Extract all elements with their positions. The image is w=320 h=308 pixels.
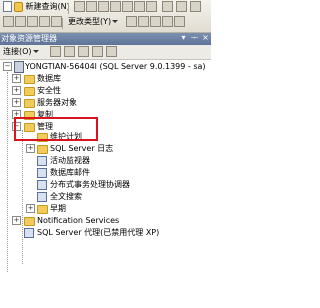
disconnect-icon [64,46,75,57]
panel-title: 对象资源管理器 [1,34,57,43]
change-type-label: 更改类型(Y) [68,17,112,26]
window-button[interactable] [174,1,189,13]
folder-icon [37,145,48,154]
filter-icon [92,46,103,57]
tree-node-label: 数据库 [37,74,61,83]
tree-node-label: 全文搜索 [50,192,82,201]
tree-node-label: 分布式事务处理协调器 [50,180,130,189]
highlight-box [14,117,98,141]
agent-icon [24,228,34,238]
full-text-search-icon [37,192,47,202]
new-query-label: 新建查询(N) [25,2,70,11]
object-explorer-tree: − YONGTIAN-56404l (SQL Server 9.0.1399 -… [0,60,211,308]
folder-icon [24,75,35,84]
folder-icon [37,205,48,214]
stop-icon [78,46,89,57]
main-toolbar: 新建查询(N) 更改类型(Y) [0,0,211,33]
refresh-icon [106,46,117,57]
stop-button[interactable] [76,46,91,58]
tree-node-sql-server-agent[interactable]: SQL Server 代理(已禁用代理 XP) [0,227,210,238]
refresh-button[interactable] [104,46,119,58]
object-explorer-title-bar: 对象资源管理器 ▾ ᅮ × [0,33,211,45]
expand-icon[interactable]: + [12,74,21,83]
tree-node-legacy[interactable]: + 早期 [0,203,200,214]
filter-tree-button[interactable] [90,46,105,58]
toolbar-separator [68,3,69,14]
connect-server-button[interactable] [48,46,63,58]
tree-node-label: Notification Services [37,216,120,225]
tree-node-label: 早期 [50,204,66,213]
pane-icon [174,16,185,27]
folder-icon [24,99,35,108]
pin-icon[interactable]: ᅮ [190,33,199,42]
folder-icon [24,217,35,226]
tree-node-dtc[interactable]: 分布式事务处理协调器 [0,179,200,190]
disconnect-button[interactable] [62,46,77,58]
toolbar-row-1: 新建查询(N) [0,1,211,16]
expand-icon[interactable]: + [26,144,35,153]
tree-node-server[interactable]: − YONGTIAN-56404l (SQL Server 9.0.1399 -… [0,61,211,73]
chevron-down-icon[interactable]: ▾ [179,33,188,42]
tree-node-server-objects[interactable]: + 服务器对象 [0,97,200,108]
toolbar-row-2: 更改类型(Y) [0,16,211,31]
mail-icon [37,168,47,178]
folder-icon [24,87,35,96]
tree-node-label: SQL Server 代理(已禁用代理 XP) [37,228,160,237]
tree-node-label: 服务器对象 [37,98,77,107]
server-label: YONGTIAN-56404l (SQL Server 9.0.1399 - s… [25,62,206,71]
toolbox-button[interactable] [160,1,175,13]
expand-icon[interactable]: + [26,204,35,213]
server-icon [14,61,24,73]
tree-node-databases[interactable]: + 数据库 [0,73,200,84]
execute-icon [51,16,62,27]
expand-icon[interactable]: + [12,98,21,107]
connect-icon [50,46,61,57]
expand-icon[interactable]: + [12,86,21,95]
tree-node-notification-services[interactable]: + Notification Services [0,215,200,226]
properties-button[interactable] [144,1,159,13]
tree-node-label: SQL Server 日志 [50,144,114,153]
tree-node-activity-monitor[interactable]: 活动监视器 [0,155,200,166]
grid-icon [190,1,201,12]
close-icon[interactable]: × [201,33,210,42]
connect-label: 连接(O) [3,47,32,56]
chevron-down-icon [112,20,119,23]
new-query-button[interactable]: 新建查询(N) [12,1,72,13]
tree-node-database-mail[interactable]: 数据库邮件 [0,167,200,178]
tree-node-label: 数据库邮件 [50,168,90,177]
activity-monitor-icon [37,156,47,166]
toolbox-icon [162,1,173,12]
expand-icon[interactable]: + [12,216,21,225]
dtc-icon [37,180,47,190]
document-icon [3,1,12,12]
connect-button[interactable]: 连接(O) [1,46,41,58]
toolbar-separator-2 [62,18,63,29]
collapse-icon[interactable]: − [3,62,12,71]
window-icon [176,1,187,12]
tree-node-label: 活动监视器 [50,156,90,165]
chevron-down-icon [32,50,39,53]
object-explorer-toolbar: 连接(O) [0,45,211,60]
pane-button[interactable] [172,16,187,28]
tree-node-full-text-search[interactable]: 全文搜索 [0,191,200,202]
tree-node-security[interactable]: + 安全性 [0,85,200,96]
tree-node-label: 安全性 [37,86,61,95]
change-type-button[interactable]: 更改类型(Y) [66,16,120,28]
tree-node-sql-server-logs[interactable]: + SQL Server 日志 [0,143,200,154]
database-icon [14,1,23,12]
properties-icon [146,1,157,12]
more-button[interactable] [188,1,203,13]
